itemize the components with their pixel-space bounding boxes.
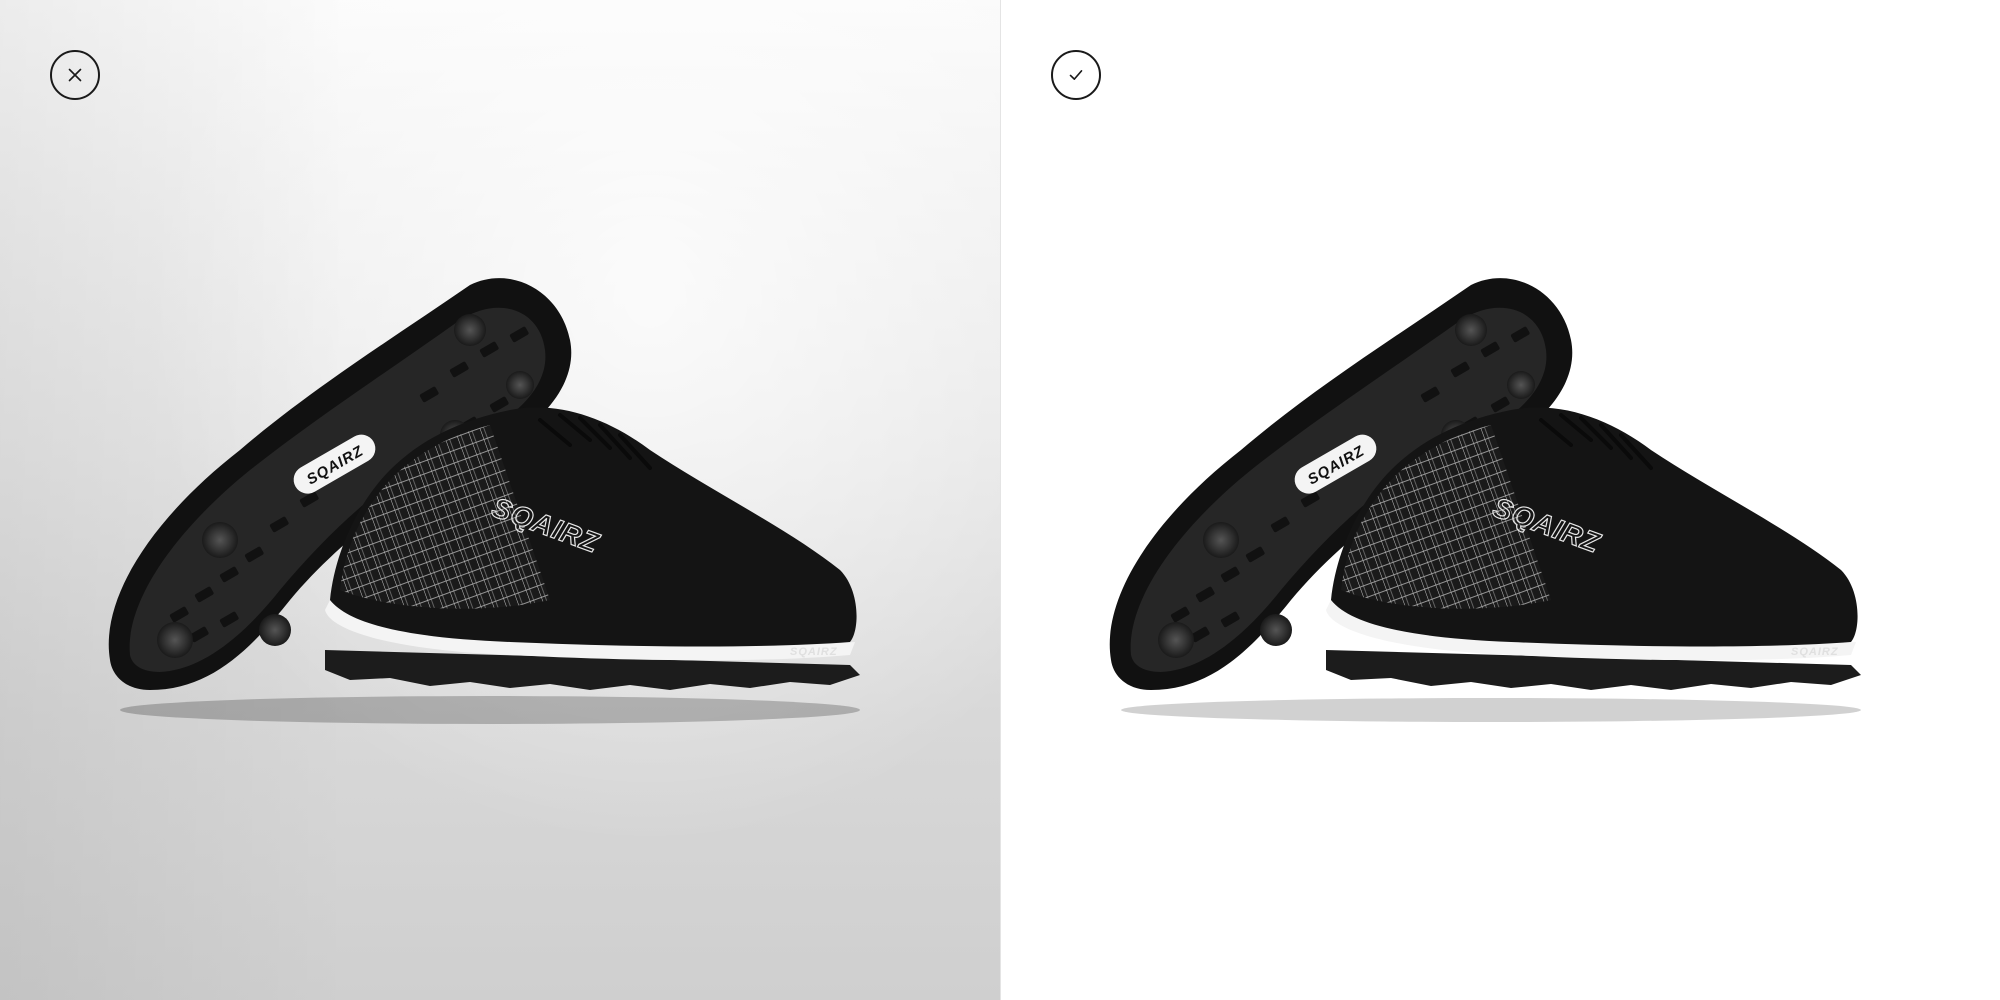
- golf-shoes-image-white-bg: SQAIRZ SQAIRZ SQAIRZ: [1109, 278, 1861, 722]
- rejected-badge: [50, 50, 100, 100]
- close-icon: [68, 68, 82, 82]
- heel-logo-text: SQAIRZ: [1791, 646, 1839, 658]
- after-panel: SQAIRZ SQAIRZ SQAIRZ: [1001, 0, 2000, 1000]
- checkmark-icon: [1069, 70, 1083, 80]
- golf-shoes-image: SQAIRZ SQAIRZ SQAIRZ: [108, 278, 860, 724]
- before-panel: SQAIRZ SQAIRZ SQAIRZ: [0, 0, 1000, 1000]
- approved-badge: [1051, 50, 1101, 100]
- before-after-comparison: SQAIRZ SQAIRZ SQAIRZ SQAIRZ SQAIRZ SQAIR…: [0, 0, 2000, 1000]
- heel-logo-text: SQAIRZ: [790, 646, 838, 658]
